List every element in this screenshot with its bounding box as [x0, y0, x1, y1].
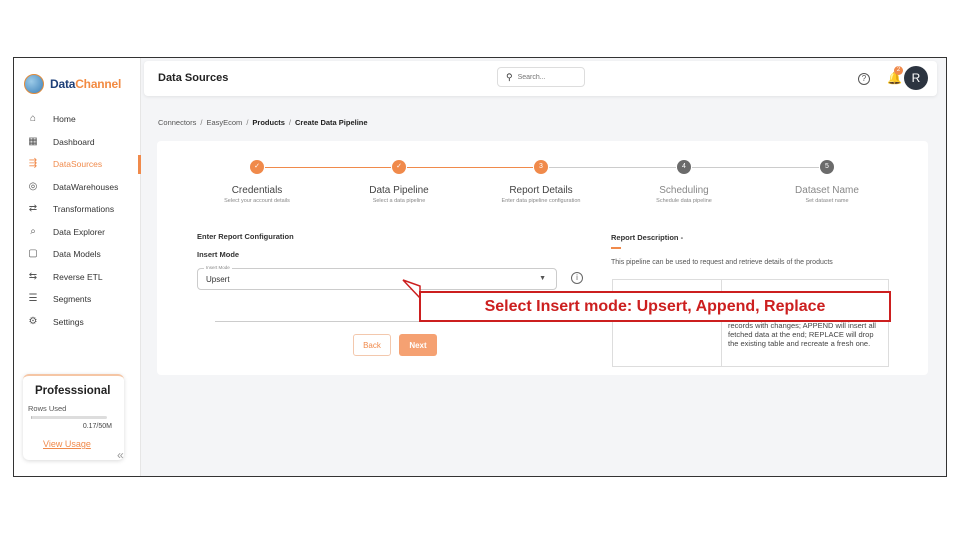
sidebar-item-data-explorer[interactable]: ⌕ Data Explorer — [14, 221, 141, 244]
sidebar-item-label: DataSources — [53, 159, 103, 170]
usage-count: 0.17/50M — [82, 423, 112, 430]
datasources-icon: ⇶ — [28, 158, 38, 170]
reverse-etl-icon: ⇆ — [28, 270, 38, 282]
breadcrumb-current: Create Data Pipeline — [295, 118, 368, 127]
plan-title: Professsional — [35, 385, 111, 397]
sidebar-item-transformations[interactable]: ⇄ Transformations — [14, 198, 141, 221]
report-description-text: This pipeline can be used to request and… — [611, 259, 833, 266]
sidebar-item-dashboard[interactable]: ▦ Dashboard — [14, 131, 141, 154]
avatar[interactable]: R — [904, 66, 928, 90]
sidebar-item-label: Transformations — [53, 204, 115, 215]
step-number: 4 — [677, 160, 691, 174]
stepper: ✓ Credentials Select your account details ✓… — [157, 141, 928, 211]
globe-logo-icon — [24, 74, 44, 94]
step-connector — [407, 167, 533, 168]
breadcrumb-separator: / — [200, 118, 203, 127]
sidebar-item-label: Home — [53, 114, 76, 125]
segments-icon: ☰ — [28, 293, 38, 305]
sidebar-item-label: Dashboard — [53, 136, 95, 147]
breadcrumb-connectors[interactable]: Connectors — [158, 118, 196, 127]
step-subtitle: Enter data pipeline configuration — [501, 198, 581, 204]
search-icon: ⚲ — [506, 71, 513, 82]
step-title: Report Details — [509, 185, 573, 196]
step-subtitle: Select your account details — [224, 198, 290, 204]
rows-used-label: Rows Used — [28, 404, 67, 413]
settings-icon: ⚙ — [28, 315, 38, 327]
step-title: Credentials — [231, 185, 283, 196]
section-title: Enter Report Configuration — [197, 232, 294, 241]
insert-mode-float-label: Insert Mode — [204, 265, 232, 270]
search-input[interactable] — [517, 73, 573, 81]
search-box[interactable]: ⚲ — [497, 67, 585, 87]
step-connector — [692, 167, 819, 168]
sidebar-item-label: Reverse ETL — [53, 271, 103, 282]
step-subtitle: Select a data pipeline — [372, 198, 426, 204]
plan-card: Professsional Rows Used 0.17/50M View Us… — [23, 374, 124, 460]
collapse-sidebar-icon[interactable]: « — [117, 448, 124, 462]
step-number: 5 — [820, 160, 834, 174]
next-button[interactable]: Next — [399, 334, 437, 356]
info-icon[interactable]: i — [571, 272, 583, 284]
breadcrumb-separator: / — [288, 118, 292, 127]
annotation-callout: Select Insert mode: Upsert, Append, Repl… — [419, 291, 891, 322]
app-window: DataChannel ⌂ Home ▦ Dashboard ⇶ DataSources ◎… — [13, 57, 947, 477]
brand-name: DataChannel — [50, 77, 121, 91]
usage-progress-bar — [31, 416, 107, 419]
insert-mode-label: Insert Mode — [197, 250, 240, 259]
sidebar-item-reverse-etl[interactable]: ⇆ Reverse ETL — [14, 266, 141, 289]
database-icon: ◎ — [28, 180, 38, 192]
insert-mode-select[interactable]: Insert Mode Upsert ▼ — [197, 265, 557, 290]
report-description-title: Report Description - — [611, 233, 684, 242]
insert-mode-value: Upsert — [206, 275, 230, 284]
sidebar-item-label: Data Explorer — [53, 226, 105, 237]
sidebar-item-settings[interactable]: ⚙ Settings — [14, 311, 141, 334]
brand-name-part2: Channel — [75, 77, 122, 91]
step-connector — [265, 167, 391, 168]
help-icon[interactable]: ? — [858, 73, 870, 85]
step-subtitle: Set dataset name — [805, 198, 849, 204]
view-usage-link[interactable]: View Usage — [43, 439, 91, 449]
step-title: Scheduling — [659, 185, 709, 196]
breadcrumb-products[interactable]: Products — [252, 118, 285, 127]
sidebar-item-home[interactable]: ⌂ Home — [14, 108, 141, 131]
title-underline — [611, 247, 621, 249]
top-header: Data Sources ⚲ ? 🔔 2 R — [144, 61, 937, 96]
sidebar-item-datawarehouses[interactable]: ◎ DataWarehouses — [14, 176, 141, 199]
sidebar: DataChannel ⌂ Home ▦ Dashboard ⇶ DataSources ◎… — [14, 58, 141, 476]
sidebar-item-label: DataWarehouses — [53, 181, 119, 192]
breadcrumb: Connectors / EasyEcom / Products / Create Data… — [158, 118, 368, 127]
sidebar-item-data-models[interactable]: ▢ Data Models — [14, 243, 141, 266]
sidebar-nav: ⌂ Home ▦ Dashboard ⇶ DataSources ◎ DataWarehous… — [14, 108, 141, 333]
sidebar-item-label: Segments — [53, 294, 92, 305]
sidebar-item-segments[interactable]: ☰ Segments — [14, 288, 141, 311]
back-button[interactable]: Back — [353, 334, 391, 356]
mode-description-text: records with changes; APPEND will insert… — [728, 321, 876, 348]
step-title: Dataset Name — [795, 185, 859, 196]
transformations-icon: ⇄ — [28, 203, 38, 215]
models-icon: ▢ — [28, 248, 38, 260]
home-icon: ⌂ — [29, 113, 37, 125]
brand-name-part1: Data — [50, 77, 76, 91]
page-title: Data Sources — [158, 72, 229, 84]
check-icon: ✓ — [392, 160, 406, 174]
annotation-text: Select Insert mode: Upsert, Append, Repl… — [484, 297, 826, 315]
notification-badge: 2 — [894, 66, 903, 75]
dashboard-icon: ▦ — [28, 135, 38, 147]
step-connector — [549, 167, 676, 168]
sidebar-item-label: Data Models — [53, 249, 101, 260]
logo[interactable]: DataChannel — [24, 74, 121, 94]
breadcrumb-separator: / — [246, 118, 249, 127]
sidebar-item-label: Settings — [53, 316, 84, 327]
breadcrumb-easyecom[interactable]: EasyEcom — [206, 118, 242, 127]
chevron-down-icon: ▼ — [539, 275, 546, 282]
sidebar-item-datasources[interactable]: ⇶ DataSources — [14, 153, 141, 176]
step-number: 3 — [534, 160, 548, 174]
step-subtitle: Schedule data pipeline — [656, 198, 712, 204]
divider — [215, 321, 423, 322]
check-icon: ✓ — [250, 160, 264, 174]
pipeline-card: ✓ Credentials Select your account details ✓… — [157, 141, 928, 375]
explorer-icon: ⌕ — [30, 225, 36, 237]
step-title: Data Pipeline — [369, 185, 429, 196]
